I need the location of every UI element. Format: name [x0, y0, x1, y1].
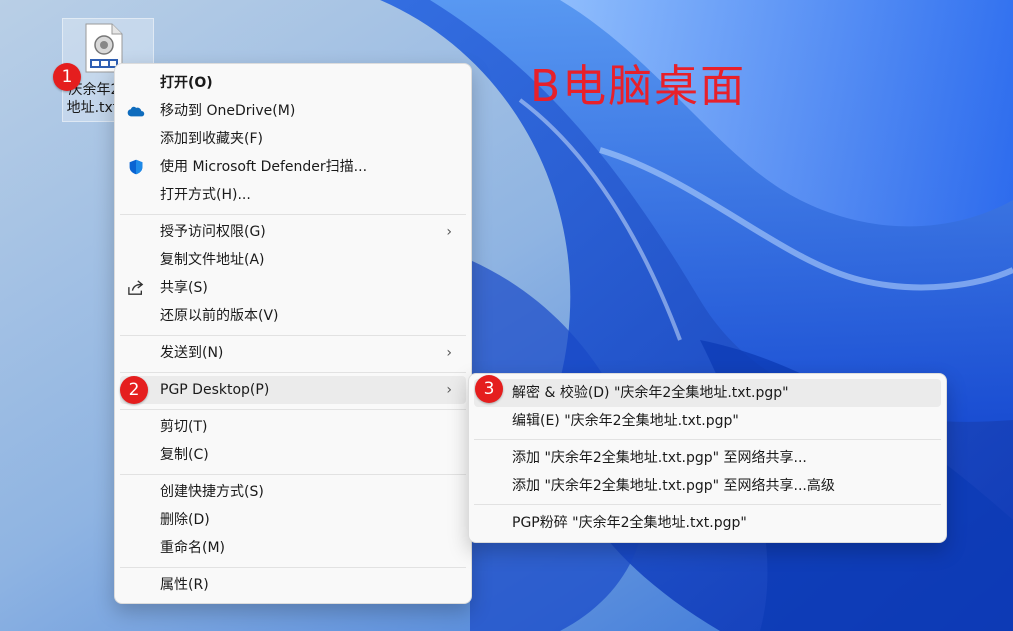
menu-item-copy[interactable]: 复制(C)	[120, 441, 466, 469]
menu-item-label: 创建快捷方式(S)	[160, 484, 264, 500]
menu-item-share[interactable]: 共享(S)	[120, 274, 466, 302]
submenu-item-edit[interactable]: 编辑(E) "庆余年2全集地址.txt.pgp"	[474, 407, 941, 435]
context-menu: 打开(O) 移动到 OneDrive(M) 添加到收藏夹(F) 使用 Micro…	[114, 63, 472, 604]
submenu-item-add-network-share[interactable]: 添加 "庆余年2全集地址.txt.pgp" 至网络共享...	[474, 444, 941, 472]
menu-item-grant-access[interactable]: 授予访问权限(G) ›	[120, 218, 466, 246]
menu-item-add-favorites[interactable]: 添加到收藏夹(F)	[120, 125, 466, 153]
menu-separator	[120, 474, 466, 475]
menu-item-label: 使用 Microsoft Defender扫描...	[160, 159, 368, 175]
menu-separator	[474, 504, 941, 505]
overlay-title: B电脑桌面	[530, 61, 747, 112]
pgp-submenu: 解密 & 校验(D) "庆余年2全集地址.txt.pgp" 编辑(E) "庆余年…	[468, 373, 947, 543]
menu-separator	[120, 409, 466, 410]
menu-item-label: 发送到(N)	[160, 345, 224, 361]
chevron-right-icon: ›	[446, 382, 452, 398]
chevron-right-icon: ›	[446, 345, 452, 361]
menu-item-label: 复制(C)	[160, 447, 209, 463]
shield-icon	[129, 159, 143, 175]
menu-item-label: 属性(R)	[160, 577, 209, 593]
menu-item-rename[interactable]: 重命名(M)	[120, 534, 466, 562]
cloud-icon	[127, 106, 145, 117]
chevron-right-icon: ›	[446, 224, 452, 240]
menu-item-label: 授予访问权限(G)	[160, 224, 266, 240]
menu-item-label: PGP Desktop(P)	[160, 382, 270, 398]
menu-item-move-onedrive[interactable]: 移动到 OneDrive(M)	[120, 97, 466, 125]
menu-item-open[interactable]: 打开(O)	[120, 69, 466, 97]
menu-separator	[120, 335, 466, 336]
submenu-item-label: 编辑(E) "庆余年2全集地址.txt.pgp"	[512, 413, 739, 429]
menu-item-label: 删除(D)	[160, 512, 210, 528]
submenu-item-label: 解密 & 校验(D) "庆余年2全集地址.txt.pgp"	[512, 385, 789, 401]
submenu-item-decrypt-verify[interactable]: 解密 & 校验(D) "庆余年2全集地址.txt.pgp"	[474, 379, 941, 407]
menu-item-send-to[interactable]: 发送到(N) ›	[120, 339, 466, 367]
menu-separator	[474, 439, 941, 440]
menu-item-defender-scan[interactable]: 使用 Microsoft Defender扫描...	[120, 153, 466, 181]
share-icon	[128, 280, 144, 295]
menu-separator	[120, 567, 466, 568]
submenu-item-label: PGP粉碎 "庆余年2全集地址.txt.pgp"	[512, 515, 747, 531]
menu-item-label: 复制文件地址(A)	[160, 252, 265, 268]
step-badge-2: 2	[120, 376, 148, 404]
menu-item-restore-versions[interactable]: 还原以前的版本(V)	[120, 302, 466, 330]
menu-item-properties[interactable]: 属性(R)	[120, 571, 466, 599]
menu-item-label: 共享(S)	[160, 280, 208, 296]
submenu-item-add-network-share-advanced[interactable]: 添加 "庆余年2全集地址.txt.pgp" 至网络共享...高级	[474, 472, 941, 500]
menu-item-open-with[interactable]: 打开方式(H)...	[120, 181, 466, 209]
menu-item-label: 剪切(T)	[160, 419, 208, 435]
submenu-item-pgp-shred[interactable]: PGP粉碎 "庆余年2全集地址.txt.pgp"	[474, 509, 941, 537]
menu-item-label: 重命名(M)	[160, 540, 226, 556]
menu-item-create-shortcut[interactable]: 创建快捷方式(S)	[120, 478, 466, 506]
step-badge-1: 1	[53, 63, 81, 91]
menu-item-label: 移动到 OneDrive(M)	[160, 103, 296, 119]
menu-item-copy-path[interactable]: 复制文件地址(A)	[120, 246, 466, 274]
menu-item-label: 添加到收藏夹(F)	[160, 131, 263, 147]
menu-item-label: 打开方式(H)...	[160, 187, 251, 203]
menu-item-label: 还原以前的版本(V)	[160, 308, 279, 324]
submenu-item-label: 添加 "庆余年2全集地址.txt.pgp" 至网络共享...高级	[512, 478, 835, 494]
step-badge-3: 3	[475, 375, 503, 403]
menu-item-pgp-desktop[interactable]: PGP Desktop(P) ›	[120, 376, 466, 404]
menu-item-cut[interactable]: 剪切(T)	[120, 413, 466, 441]
menu-item-label: 打开(O)	[160, 75, 213, 91]
menu-item-delete[interactable]: 删除(D)	[120, 506, 466, 534]
submenu-item-label: 添加 "庆余年2全集地址.txt.pgp" 至网络共享...	[512, 450, 807, 466]
menu-separator	[120, 372, 466, 373]
menu-separator	[120, 214, 466, 215]
